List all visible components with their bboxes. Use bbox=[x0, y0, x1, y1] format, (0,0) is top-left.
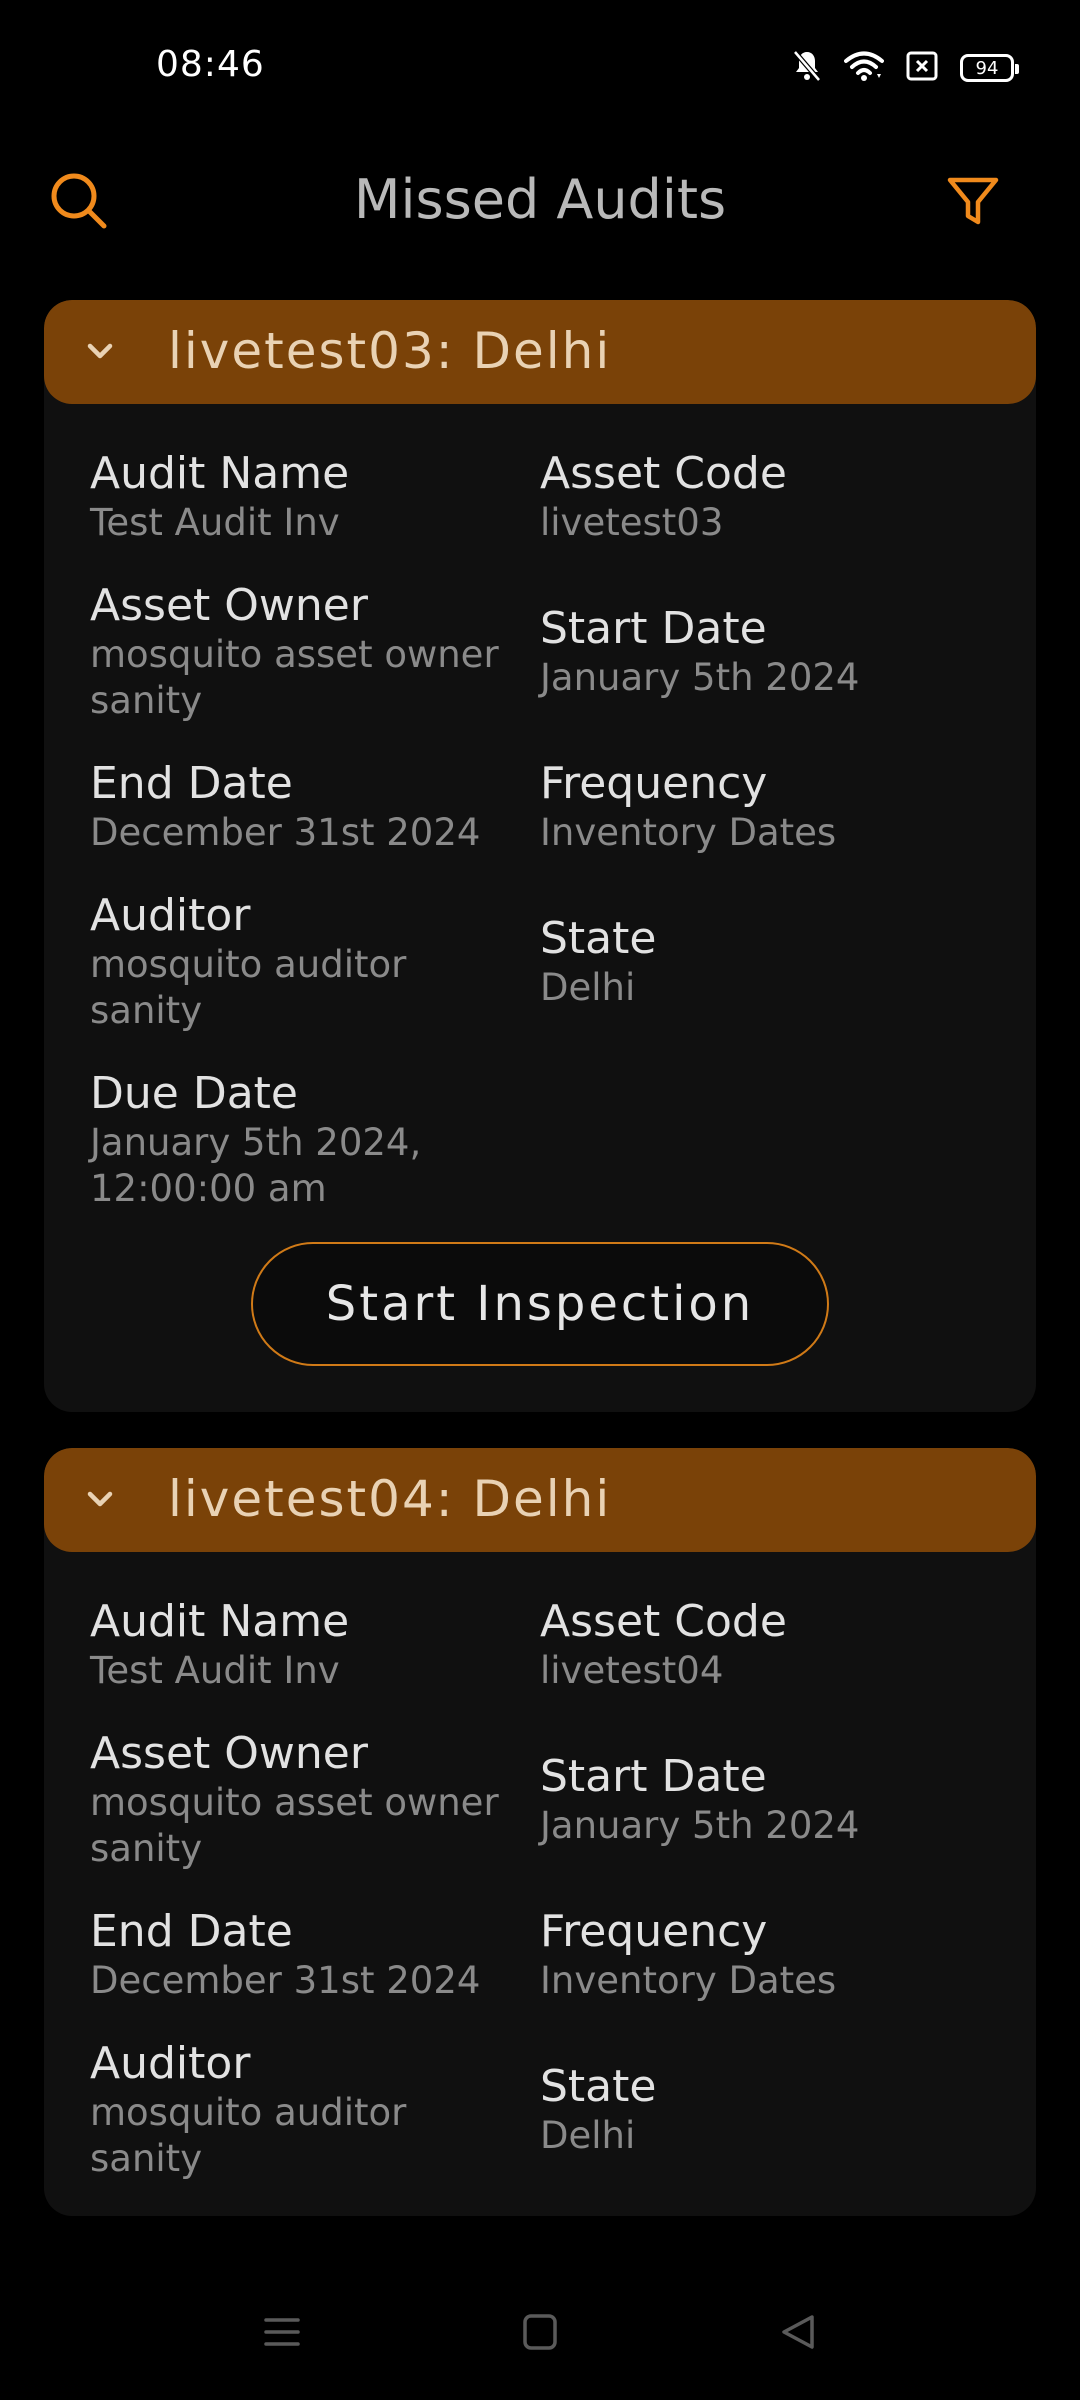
field-row: Due Date January 5th 2024, 12:00:00 am bbox=[90, 1068, 990, 1212]
field-value: December 31st 2024 bbox=[90, 811, 481, 854]
field-label: Due Date bbox=[90, 1068, 298, 1119]
audit-card-title: livetest04: Delhi bbox=[168, 1470, 612, 1528]
field-value: January 5th 2024 bbox=[540, 656, 860, 699]
field-row: Audit Name Test Audit Inv Asset Code liv… bbox=[90, 1596, 990, 1694]
field-value: January 5th 2024 bbox=[540, 1804, 860, 1847]
field-value: Test Audit Inv bbox=[90, 501, 340, 544]
audit-card-header[interactable]: livetest03: Delhi bbox=[44, 300, 1036, 404]
audit-card: livetest03: Delhi Audit Name Test Audit … bbox=[44, 300, 1036, 1412]
app-header: Missed Audits bbox=[0, 150, 1080, 250]
field-label: State bbox=[540, 2061, 657, 2112]
asset-owner-field: Asset Owner mosquito asset owner sanity bbox=[90, 1728, 540, 1872]
field-label: Frequency bbox=[540, 1906, 768, 1957]
bell-muted-icon bbox=[792, 49, 822, 87]
field-value: January 5th 2024, 12:00:00 am bbox=[90, 1121, 422, 1210]
field-value: Delhi bbox=[540, 2114, 636, 2157]
field-row: Auditor mosquito auditor sanity State De… bbox=[90, 890, 990, 1034]
field-value: December 31st 2024 bbox=[90, 1959, 481, 2002]
field-label: Asset Code bbox=[540, 448, 787, 499]
start-date-field: Start Date January 5th 2024 bbox=[540, 1751, 990, 1849]
audit-list[interactable]: livetest03: Delhi Audit Name Test Audit … bbox=[44, 300, 1036, 2268]
field-label: Asset Owner bbox=[90, 1728, 368, 1779]
sim-x-icon bbox=[906, 51, 938, 85]
battery-level: 94 bbox=[975, 57, 999, 79]
field-value: mosquito auditor sanity bbox=[90, 943, 407, 1032]
due-date-field: Due Date January 5th 2024, 12:00:00 am bbox=[90, 1068, 555, 1212]
page-title: Missed Audits bbox=[353, 168, 727, 231]
audit-card: livetest04: Delhi Audit Name Test Audit … bbox=[44, 1448, 1036, 2216]
filter-icon bbox=[946, 174, 1000, 232]
end-date-field: End Date December 31st 2024 bbox=[90, 1906, 540, 2004]
recent-apps-button[interactable] bbox=[252, 2308, 312, 2360]
asset-owner-field: Asset Owner mosquito asset owner sanity bbox=[90, 580, 540, 724]
status-icons: 94 bbox=[792, 48, 1019, 88]
field-label: Auditor bbox=[90, 890, 251, 941]
field-value: Inventory Dates bbox=[540, 811, 837, 854]
audit-card-header[interactable]: livetest04: Delhi bbox=[44, 1448, 1036, 1552]
field-row: Asset Owner mosquito asset owner sanity … bbox=[90, 1728, 990, 1872]
back-triangle-icon bbox=[778, 2312, 818, 2356]
end-date-field: End Date December 31st 2024 bbox=[90, 758, 540, 856]
home-square-icon bbox=[520, 2312, 560, 2356]
chevron-down-icon bbox=[82, 1482, 118, 1518]
field-row: End Date December 31st 2024 Frequency In… bbox=[90, 1906, 990, 2004]
card-padding bbox=[90, 1366, 990, 1412]
frequency-field: Frequency Inventory Dates bbox=[540, 1906, 990, 2004]
state-field: State Delhi bbox=[540, 913, 990, 1011]
field-label: Start Date bbox=[540, 603, 767, 654]
start-inspection-button[interactable]: Start Inspection bbox=[251, 1242, 829, 1366]
field-value: livetest04 bbox=[540, 1649, 724, 1692]
audit-name-field: Audit Name Test Audit Inv bbox=[90, 1596, 540, 1694]
auditor-field: Auditor mosquito auditor sanity bbox=[90, 2038, 540, 2182]
start-date-field: Start Date January 5th 2024 bbox=[540, 603, 990, 701]
chevron-down-icon bbox=[82, 334, 118, 370]
field-row: End Date December 31st 2024 Frequency In… bbox=[90, 758, 990, 856]
field-value: Delhi bbox=[540, 966, 636, 1009]
field-row: Audit Name Test Audit Inv Asset Code liv… bbox=[90, 448, 990, 546]
field-label: Start Date bbox=[540, 1751, 767, 1802]
audit-name-field: Audit Name Test Audit Inv bbox=[90, 448, 540, 546]
field-label: Frequency bbox=[540, 758, 768, 809]
menu-icon bbox=[262, 2312, 302, 2356]
field-label: Audit Name bbox=[90, 448, 350, 499]
filter-button[interactable] bbox=[938, 168, 1008, 238]
status-time: 08:46 bbox=[156, 44, 265, 85]
field-row: Auditor mosquito auditor sanity State De… bbox=[90, 2038, 990, 2182]
field-row: Asset Owner mosquito asset owner sanity … bbox=[90, 580, 990, 724]
status-bar: 08:46 94 bbox=[0, 0, 1080, 136]
field-label: End Date bbox=[90, 1906, 293, 1957]
system-nav-bar bbox=[0, 2268, 1080, 2400]
audit-card-body: Audit Name Test Audit Inv Asset Code liv… bbox=[44, 404, 1036, 1412]
field-value: mosquito asset owner sanity bbox=[90, 633, 499, 722]
field-value: Inventory Dates bbox=[540, 1959, 837, 2002]
home-button[interactable] bbox=[510, 2308, 570, 2360]
field-label: Asset Owner bbox=[90, 580, 368, 631]
field-label: State bbox=[540, 913, 657, 964]
field-label: Auditor bbox=[90, 2038, 251, 2089]
field-label: Audit Name bbox=[90, 1596, 350, 1647]
auditor-field: Auditor mosquito auditor sanity bbox=[90, 890, 540, 1034]
asset-code-field: Asset Code livetest04 bbox=[540, 1596, 990, 1694]
state-field: State Delhi bbox=[540, 2061, 990, 2159]
field-value: mosquito auditor sanity bbox=[90, 2091, 407, 2180]
field-label: Asset Code bbox=[540, 1596, 787, 1647]
field-label: End Date bbox=[90, 758, 293, 809]
field-value: mosquito asset owner sanity bbox=[90, 1781, 499, 1870]
field-value: livetest03 bbox=[540, 501, 724, 544]
asset-code-field: Asset Code livetest03 bbox=[540, 448, 990, 546]
frequency-field: Frequency Inventory Dates bbox=[540, 758, 990, 856]
battery-icon: 94 bbox=[960, 54, 1019, 82]
field-value: Test Audit Inv bbox=[90, 1649, 340, 1692]
back-button[interactable] bbox=[768, 2308, 828, 2360]
audit-card-body: Audit Name Test Audit Inv Asset Code liv… bbox=[44, 1552, 1036, 2182]
wifi-icon bbox=[844, 50, 884, 86]
audit-card-title: livetest03: Delhi bbox=[168, 322, 612, 380]
